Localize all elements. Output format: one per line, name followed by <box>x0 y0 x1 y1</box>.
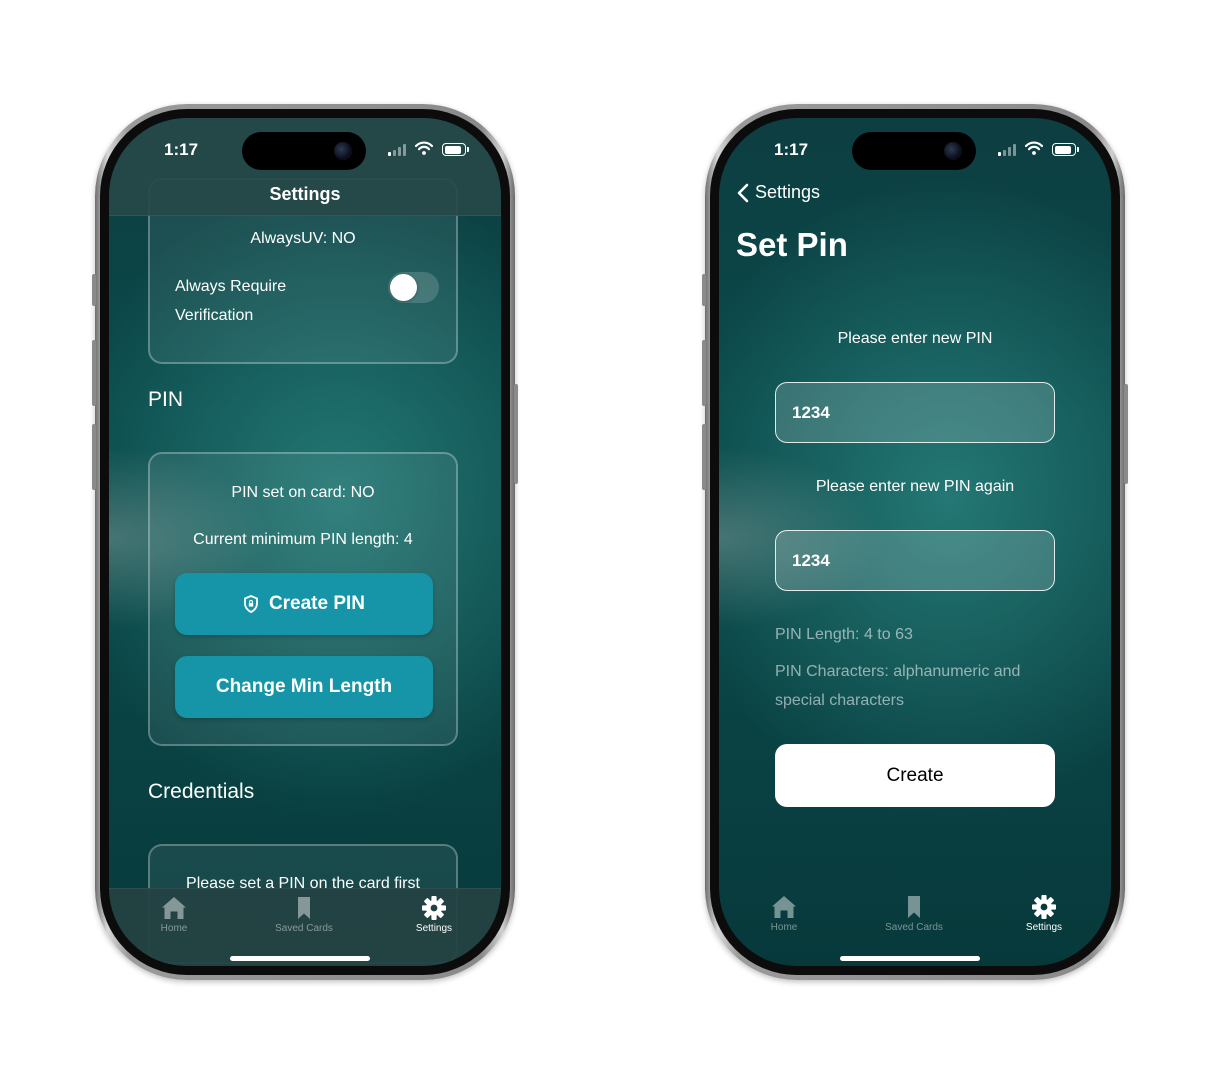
dynamic-island <box>242 132 366 170</box>
tab-home[interactable]: Home <box>124 895 224 934</box>
wifi-icon <box>1025 141 1043 155</box>
dynamic-island <box>852 132 976 170</box>
always-require-label-line2: Verification <box>175 307 254 324</box>
tab-bar: Home Saved Cards Settings <box>109 888 501 966</box>
new-pin-value: 1234 <box>792 402 830 422</box>
new-pin-again-value: 1234 <box>792 550 830 570</box>
shield-lock-icon <box>244 595 258 613</box>
home-indicator <box>840 956 980 961</box>
pin-characters-hint: PIN Characters: alphanumeric and special… <box>775 657 1065 715</box>
pin-card: PIN set on card: NO Current minimum PIN … <box>148 452 458 746</box>
phone-settings: AlwaysUV: NO Always Require Verification… <box>92 104 518 980</box>
new-pin-again-input[interactable]: 1234 <box>775 530 1055 591</box>
bookmark-icon <box>298 897 310 919</box>
tab-saved-cards-label: Saved Cards <box>275 923 333 934</box>
tab-settings[interactable]: Settings <box>384 895 484 934</box>
back-button[interactable]: Settings <box>737 182 820 203</box>
chevron-left-icon <box>737 183 749 202</box>
new-pin-again-prompt: Please enter new PIN again <box>815 478 1015 495</box>
volume-down-button <box>702 424 706 490</box>
cellular-signal-icon <box>998 144 1018 156</box>
cellular-signal-icon <box>388 144 408 156</box>
tab-saved-cards-label: Saved Cards <box>885 922 943 933</box>
toggle-knob <box>390 274 417 301</box>
always-require-verification-label: Always Require Verification <box>175 272 286 330</box>
new-pin-input[interactable]: 1234 <box>775 382 1055 443</box>
camera-icon <box>334 142 352 160</box>
volume-up-button <box>92 340 96 406</box>
tab-home[interactable]: Home <box>734 894 834 933</box>
tab-saved-cards[interactable]: Saved Cards <box>864 894 964 933</box>
tab-settings-label: Settings <box>415 923 453 934</box>
page-title: Set Pin <box>736 226 848 263</box>
gear-icon <box>1032 895 1056 919</box>
credentials-section-title: Credentials <box>148 780 255 803</box>
pin-section-title: PIN <box>148 388 184 411</box>
create-pin-label: Create PIN <box>268 593 366 614</box>
tab-settings-label: Settings <box>1025 922 1063 933</box>
back-label: Settings <box>755 182 821 202</box>
wifi-icon <box>415 141 433 155</box>
set-pin-screen: 1:17 Settings Set Pin Please enter new P… <box>719 118 1111 966</box>
home-indicator <box>230 956 370 961</box>
change-min-length-button[interactable]: Change Min Length <box>175 656 433 718</box>
settings-screen: AlwaysUV: NO Always Require Verification… <box>109 118 501 966</box>
min-pin-length-status: Current minimum PIN length: 4 <box>193 531 413 548</box>
tab-home-label: Home <box>160 923 188 934</box>
volume-up-button <box>702 340 706 406</box>
status-time: 1:17 <box>774 140 809 159</box>
create-pin-button[interactable]: Create PIN <box>175 573 433 635</box>
battery-icon <box>1052 143 1079 156</box>
new-pin-prompt: Please enter new PIN <box>837 330 993 347</box>
tab-home-label: Home <box>770 922 798 933</box>
create-button-label: Create <box>886 764 944 786</box>
tab-settings[interactable]: Settings <box>994 894 1094 933</box>
pin-characters-hint-line1: PIN Characters: alphanumeric and <box>775 663 1021 680</box>
camera-icon <box>944 142 962 160</box>
always-require-verification-toggle[interactable] <box>388 272 439 303</box>
house-icon <box>162 897 186 919</box>
always-uv-status: AlwaysUV: NO <box>250 230 356 247</box>
mute-switch <box>702 274 706 306</box>
gear-icon <box>422 896 446 920</box>
power-button <box>1124 384 1128 484</box>
tab-bar: Home Saved Cards Settings <box>719 888 1111 966</box>
volume-down-button <box>92 424 96 490</box>
mute-switch <box>92 274 96 306</box>
always-require-label-line1: Always Require <box>175 278 287 295</box>
tab-saved-cards[interactable]: Saved Cards <box>254 895 354 934</box>
power-button <box>514 384 518 484</box>
stage: AlwaysUV: NO Always Require Verification… <box>0 0 1220 1084</box>
phone-set-pin: 1:17 Settings Set Pin Please enter new P… <box>702 104 1128 980</box>
bookmark-icon <box>908 896 920 918</box>
pin-set-status: PIN set on card: NO <box>231 484 375 501</box>
nav-title: Settings <box>269 184 341 204</box>
pin-length-hint: PIN Length: 4 to 63 <box>775 626 913 643</box>
house-icon <box>772 896 796 918</box>
change-min-length-label: Change Min Length <box>215 676 393 697</box>
navigation-bar: 1:17 Settings <box>109 118 501 216</box>
status-time: 1:17 <box>164 140 199 159</box>
create-button[interactable]: Create <box>775 744 1055 807</box>
pin-characters-hint-line2: special characters <box>775 692 904 709</box>
battery-icon <box>442 143 469 156</box>
